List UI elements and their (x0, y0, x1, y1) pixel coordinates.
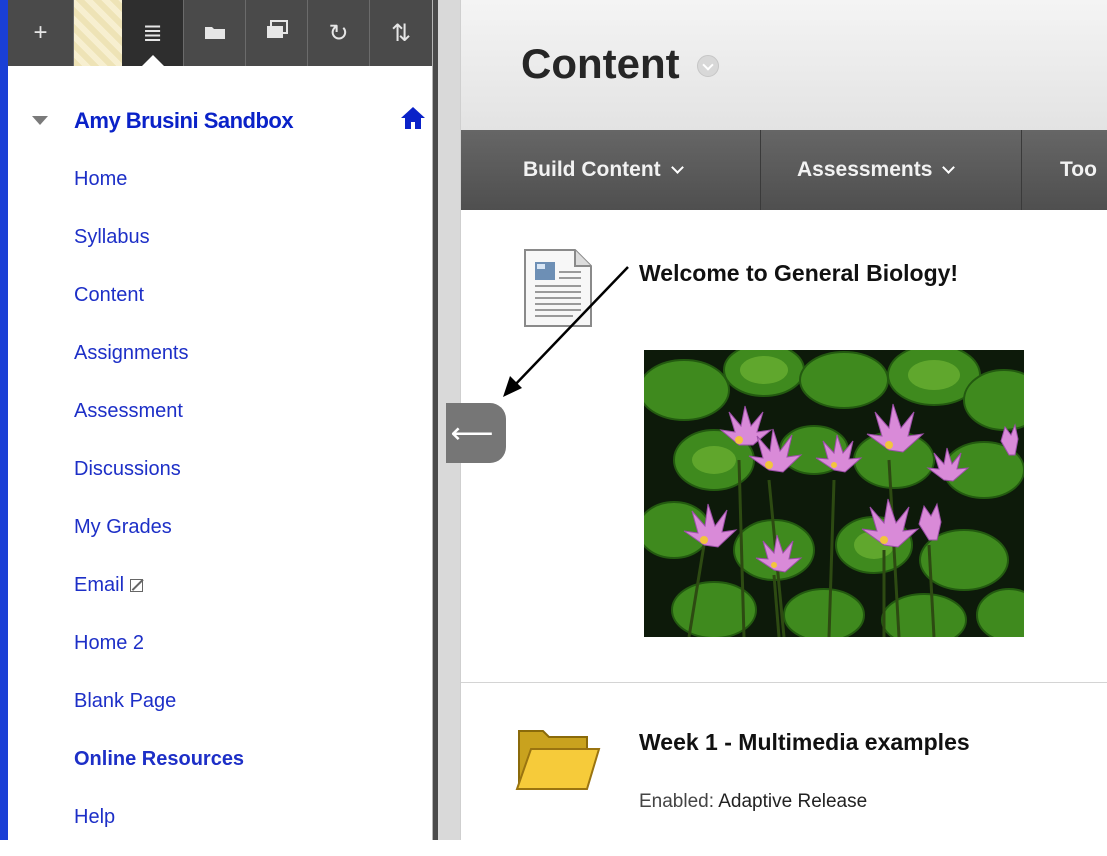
course-title[interactable]: Amy Brusini Sandbox (74, 108, 294, 134)
folder-icon (204, 19, 226, 47)
hidden-from-students-icon (130, 579, 144, 592)
refresh-icon: ↻ (328, 19, 349, 47)
sidebar-item-blank-page[interactable]: Blank Page (74, 682, 244, 740)
main-content: Content Build Content Assessments Too We… (461, 0, 1107, 840)
list-icon: ≣ (142, 19, 163, 47)
sort-icon: ⇅ (390, 19, 412, 47)
course-menu-list: Home Syllabus Content Assignments Assess… (74, 160, 244, 856)
meta-label: Enabled: (639, 791, 715, 812)
sidebar-item-assignments[interactable]: Assignments (74, 334, 244, 392)
tools-label: Too (1060, 158, 1097, 181)
action-bar: Build Content Assessments Too (461, 130, 1107, 210)
course-header: Amy Brusini Sandbox (8, 66, 432, 133)
sidebar-item-discussions[interactable]: Discussions (74, 450, 244, 508)
course-menu-sidebar: + ≣ ↻ ⇅ Amy Brusini Sandbox Home Syllabu… (0, 0, 432, 840)
refresh-button[interactable]: ↻ (308, 0, 370, 66)
item-title[interactable]: Welcome to General Biology! (639, 260, 958, 287)
build-content-menu[interactable]: Build Content (461, 130, 761, 210)
sidebar-item-syllabus[interactable]: Syllabus (74, 218, 244, 276)
sidebar-item-online-resources[interactable]: Online Resources (74, 740, 244, 798)
sidebar-item-home[interactable]: Home (74, 160, 244, 218)
tools-menu[interactable]: Too (1022, 130, 1107, 210)
page-title: Content (521, 40, 680, 87)
document-icon (524, 249, 592, 327)
reorder-button[interactable]: ⇅ (370, 0, 432, 66)
house-icon[interactable] (400, 106, 426, 130)
meta-value: Adaptive Release (718, 791, 868, 812)
folder-icon (515, 730, 601, 790)
windows-icon (265, 19, 289, 47)
sidebar-item-my-grades[interactable]: My Grades (74, 508, 244, 566)
sidebar-item-assessment[interactable]: Assessment (74, 392, 244, 450)
sidebar-item-label: Email (74, 574, 125, 596)
toolbar-spacer (74, 0, 122, 66)
assessments-label: Assessments (797, 158, 933, 181)
chevron-down-icon (942, 160, 956, 174)
collapse-triangle-icon[interactable] (32, 116, 48, 125)
sidebar-item-email[interactable]: Email (74, 566, 244, 624)
sidebar-edge (0, 0, 8, 840)
water-lilies-image (644, 350, 1024, 637)
chevron-down-icon (670, 160, 684, 174)
item-title[interactable]: Week 1 - Multimedia examples (639, 729, 970, 756)
sidebar-item-help[interactable]: Help (74, 798, 244, 856)
list-view-button[interactable]: ≣ (122, 0, 184, 66)
assessments-menu[interactable]: Assessments (761, 130, 1022, 210)
chevron-down-icon[interactable] (697, 55, 719, 77)
add-menu-item-button[interactable]: + (8, 0, 74, 66)
plus-icon: + (33, 19, 48, 46)
content-item: Welcome to General Biology! (461, 210, 1107, 682)
build-content-label: Build Content (523, 158, 661, 181)
new-window-button[interactable] (246, 0, 308, 66)
content-item: Week 1 - Multimedia examples Enabled: Ad… (461, 683, 1107, 840)
sidebar-item-home-2[interactable]: Home 2 (74, 624, 244, 682)
page-header: Content (461, 0, 1107, 130)
sidebar-item-content[interactable]: Content (74, 276, 244, 334)
item-metadata: Enabled: Adaptive Release (639, 791, 867, 813)
folder-view-button[interactable] (184, 0, 246, 66)
course-menu-toolbar: + ≣ ↻ ⇅ (8, 0, 432, 66)
